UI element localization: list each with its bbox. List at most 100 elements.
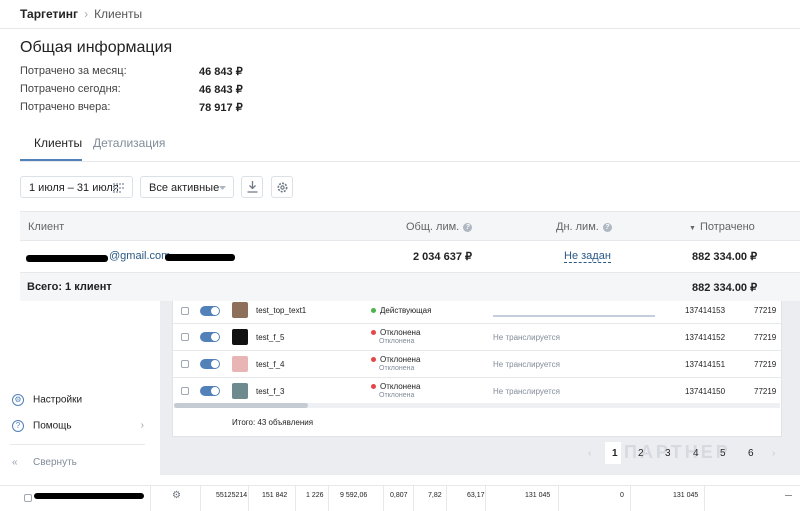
divider	[558, 486, 559, 511]
cell: 0,807	[390, 492, 408, 499]
ad-toggle[interactable]	[200, 332, 220, 342]
divider	[630, 486, 631, 511]
ad-broadcast: Не транслируется	[493, 333, 560, 342]
cell: 63,17	[467, 492, 485, 499]
row-checkbox[interactable]	[181, 387, 189, 395]
sidebar-collapse[interactable]: « Свернуть	[12, 457, 77, 468]
settings-button[interactable]	[271, 176, 293, 198]
stat-yesterday-label: Потрачено вчера:	[20, 101, 111, 113]
table-row[interactable]: test_top_text1 Действующая 137414153 772…	[172, 296, 782, 324]
ad-name[interactable]: test_top_text1	[256, 306, 306, 315]
page-next-icon[interactable]: ›	[772, 448, 775, 459]
ad-status-label: Действующая	[380, 306, 432, 315]
ad-id: 137414151	[685, 360, 726, 369]
client-email[interactable]: @gmail.com	[109, 250, 170, 262]
client-day-limit-link[interactable]: Не задан	[564, 250, 611, 263]
redaction	[165, 254, 235, 261]
divider	[485, 486, 486, 511]
download-icon	[247, 181, 258, 193]
tab-details[interactable]: Детализация	[93, 136, 165, 150]
status-dot-icon	[371, 330, 376, 336]
ad-extra: 77219	[754, 333, 777, 342]
ad-status-label: Отклонена	[380, 328, 421, 337]
col-day-limit[interactable]: Дн. лим.?	[556, 221, 612, 233]
page-1[interactable]: 1	[612, 448, 618, 459]
sidebar-item-help[interactable]: ? Помощь ›	[12, 420, 144, 432]
cell: 1 226	[306, 492, 324, 499]
stat-month-label: Потрачено за месяц:	[20, 65, 127, 77]
cell: 131 045	[525, 492, 551, 499]
ad-status: Отклонена	[371, 328, 420, 337]
row-checkbox[interactable]	[181, 360, 189, 368]
ad-progress-bar	[493, 315, 655, 317]
help-icon[interactable]: ?	[463, 222, 473, 232]
gear-icon: ⚙	[12, 394, 24, 406]
ad-name[interactable]: test_f_4	[256, 360, 284, 369]
breadcrumb-current: Клиенты	[94, 7, 143, 21]
status-dot-icon	[371, 357, 376, 363]
row-checkbox[interactable]	[24, 494, 32, 502]
row-checkbox[interactable]	[181, 307, 189, 315]
col-total-limit-label: Общ. лим.	[406, 221, 460, 233]
stat-today-value: 46 843 ₽	[199, 84, 243, 96]
sort-desc-icon: ▼	[689, 225, 696, 232]
tabs-divider	[20, 161, 800, 162]
ad-toggle[interactable]	[200, 359, 220, 369]
date-range-picker[interactable]: 1 июля – 31 июля	[20, 176, 133, 198]
tab-clients[interactable]: Клиенты	[34, 136, 82, 150]
cell: 0	[620, 492, 624, 499]
ad-thumbnail	[232, 383, 248, 399]
ad-status-sub: Отклонена	[379, 365, 415, 372]
divider	[150, 486, 151, 511]
help-icon[interactable]: ?	[602, 222, 612, 232]
breadcrumb-root[interactable]: Таргетинг	[20, 7, 78, 21]
chevron-right-icon: ›	[140, 420, 144, 431]
col-spent-label: Потрачено	[699, 221, 755, 233]
divider	[704, 486, 705, 511]
table-row[interactable]: ⚙ 55125214 151 842 1 226 9 592,06 0,807 …	[0, 485, 800, 511]
cell: 9 592,06	[340, 492, 368, 499]
ad-toggle[interactable]	[200, 386, 220, 396]
ad-status: Отклонена	[371, 382, 420, 391]
ad-status: Действующая	[371, 306, 431, 315]
ad-name[interactable]: test_f_5	[256, 333, 284, 342]
redaction	[34, 493, 144, 499]
ad-extra: 77219	[754, 360, 777, 369]
table-row[interactable]: test_f_4 Отклонена Отклонена Не транслир…	[172, 351, 782, 378]
ad-extra: 77219	[754, 306, 777, 315]
table-row[interactable]: test_f_3 Отклонена Отклонена Не транслир…	[172, 378, 782, 405]
redaction	[26, 255, 108, 262]
gear-icon	[277, 182, 288, 193]
scrollbar-thumb[interactable]	[174, 403, 308, 408]
page-prev-icon[interactable]: ‹	[588, 448, 591, 459]
col-total-limit[interactable]: Общ. лим.?	[406, 221, 473, 233]
double-chevron-left-icon: «	[12, 457, 18, 468]
table-row[interactable]: test_f_5 Отклонена Отклонена Не транслир…	[172, 324, 782, 351]
ad-id: 137414153	[685, 306, 726, 315]
divider	[248, 486, 249, 511]
ad-extra: 77219	[754, 387, 777, 396]
chevron-right-icon: ›	[84, 7, 89, 21]
col-client[interactable]: Клиент	[28, 221, 64, 233]
divider	[328, 486, 329, 511]
status-filter-select[interactable]: Все активные	[140, 176, 234, 198]
row-checkbox[interactable]	[181, 333, 189, 341]
status-dot-icon	[371, 308, 376, 314]
sidebar-item-settings[interactable]: ⚙ Настройки	[12, 394, 82, 406]
ad-toggle[interactable]	[200, 306, 220, 316]
col-day-limit-label: Дн. лим.	[556, 221, 599, 233]
ad-thumbnail	[232, 329, 248, 345]
table-row[interactable]: @gmail.com 2 034 637 ₽ Не задан 882 334.…	[20, 241, 800, 273]
ad-name[interactable]: test_f_3	[256, 387, 284, 396]
page-6[interactable]: 6	[748, 448, 754, 459]
horizontal-scrollbar[interactable]	[174, 403, 780, 408]
sidebar-settings-label: Настройки	[33, 394, 83, 406]
cell: —	[785, 492, 792, 499]
stat-yesterday-value: 78 917 ₽	[199, 102, 243, 114]
download-button[interactable]	[241, 176, 263, 198]
ad-id: 137414150	[685, 387, 726, 396]
divider	[10, 444, 145, 445]
gear-icon[interactable]: ⚙	[172, 490, 181, 501]
divider	[446, 486, 447, 511]
col-spent[interactable]: ▼ Потрачено	[689, 221, 755, 233]
